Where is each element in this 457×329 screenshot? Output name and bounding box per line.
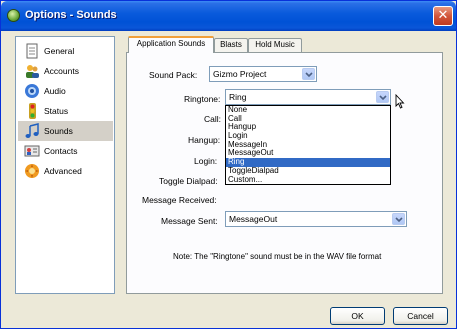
sidebar-item-advanced[interactable]: Advanced <box>18 161 113 181</box>
sidebar-item-label: Advanced <box>44 166 82 176</box>
chevron-down-icon[interactable] <box>302 68 315 80</box>
sidebar-item-general[interactable]: General <box>18 41 113 61</box>
speaker-icon <box>25 84 39 98</box>
traffic-light-icon <box>29 103 36 119</box>
window-title: Options - Sounds <box>25 9 117 21</box>
music-note-icon <box>25 123 39 138</box>
dropdown-option[interactable]: MessageOut <box>226 149 390 158</box>
message-received-label: Message Received: <box>142 195 217 205</box>
users-icon <box>26 65 39 78</box>
cancel-button[interactable]: Cancel <box>393 307 448 325</box>
sidebar-item-accounts[interactable]: Accounts <box>18 61 113 81</box>
tab-application-sounds[interactable]: Application Sounds <box>128 36 214 53</box>
message-sent-select[interactable]: MessageOut <box>225 211 407 227</box>
sidebar-item-label: General <box>44 46 75 56</box>
dropdown-option[interactable]: None <box>226 105 390 115</box>
ok-button[interactable]: OK <box>330 307 385 325</box>
sidebar-item-label: Accounts <box>44 66 79 76</box>
tab-blasts[interactable]: Blasts <box>214 38 248 52</box>
chevron-down-icon[interactable] <box>392 213 405 225</box>
gizmo-app-icon <box>7 9 20 22</box>
sidebar-item-label: Audio <box>44 86 66 96</box>
title-bar[interactable]: Options - Sounds ✕ <box>1 1 456 31</box>
contact-card-icon <box>24 145 40 157</box>
sidebar-item-label: Status <box>44 106 69 116</box>
login-label: Login: <box>194 156 218 166</box>
chevron-down-icon[interactable] <box>376 91 389 103</box>
ringtone-value: Ring <box>229 92 247 102</box>
toggle-dialpad-label: Toggle Dialpad: <box>159 176 218 186</box>
call-label: Call: <box>204 114 222 124</box>
tab-hold-music[interactable]: Hold Music <box>248 38 302 52</box>
sidebar-item-sounds[interactable]: Sounds <box>18 121 113 141</box>
ringtone-select[interactable]: Ring <box>225 89 391 105</box>
ringtone-dropdown-list: None Call Hangup Login MessageIn Message… <box>225 105 391 186</box>
dropdown-option[interactable]: Custom... <box>226 175 390 185</box>
sidebar-item-contacts[interactable]: Contacts <box>18 141 113 161</box>
hangup-label: Hangup: <box>188 135 221 145</box>
mouse-cursor-icon <box>395 94 405 109</box>
sidebar: General Accounts Audio Status Sounds Con… <box>15 36 115 294</box>
dropdown-option[interactable]: Hangup <box>226 123 390 132</box>
close-button[interactable]: ✕ <box>433 6 453 26</box>
advanced-icon <box>25 164 39 178</box>
sidebar-item-label: Contacts <box>44 146 78 156</box>
ringtone-label: Ringtone: <box>184 94 221 104</box>
sidebar-item-audio[interactable]: Audio <box>18 81 113 101</box>
sidebar-item-status[interactable]: Status <box>18 101 113 121</box>
format-note: Note: The "Ringtone" sound must be in th… <box>173 252 382 261</box>
document-icon <box>26 43 38 59</box>
sidebar-item-label: Sounds <box>44 126 73 136</box>
sound-pack-select[interactable]: Gizmo Project <box>209 66 317 82</box>
message-sent-value: MessageOut <box>229 214 278 224</box>
sound-pack-label: Sound Pack: <box>149 70 198 80</box>
options-window: Options - Sounds ✕ General Accounts Audi… <box>0 0 457 329</box>
sound-pack-value: Gizmo Project <box>213 69 267 79</box>
message-sent-label: Message Sent: <box>161 216 218 226</box>
close-icon: ✕ <box>437 8 449 23</box>
